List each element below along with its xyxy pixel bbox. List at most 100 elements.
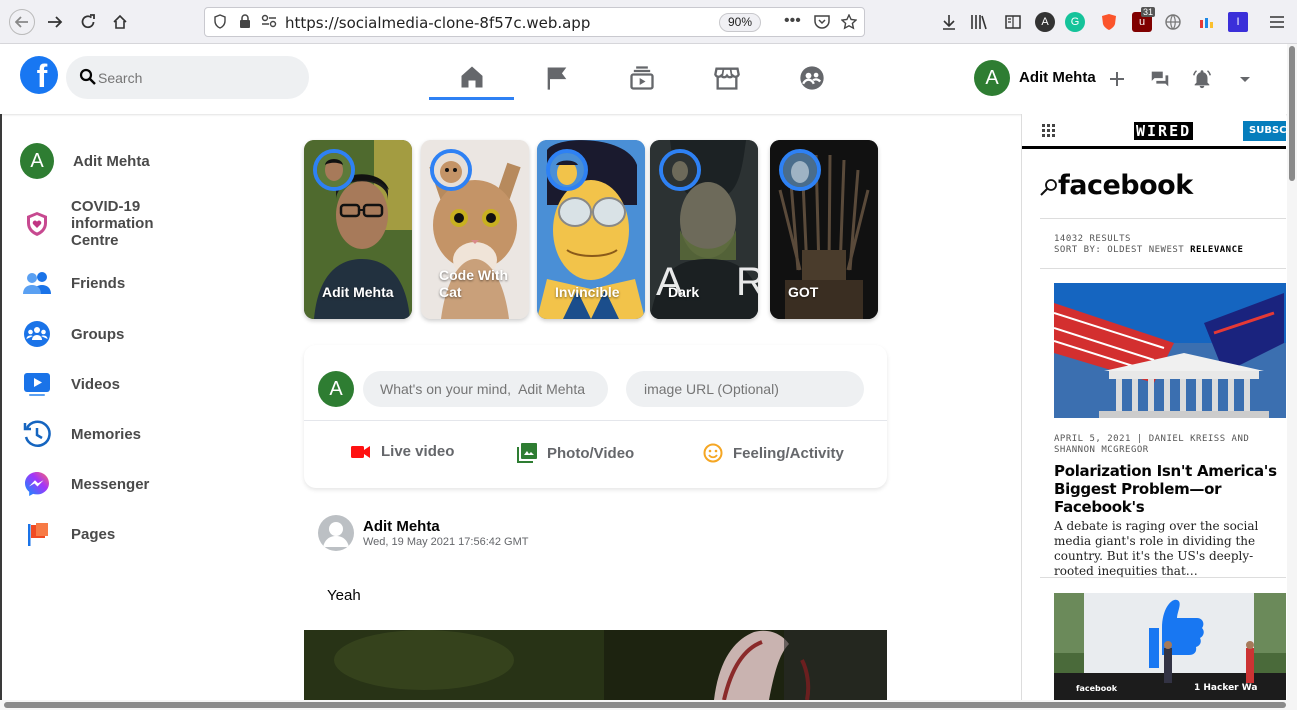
option-label: Feeling/Activity xyxy=(733,444,844,462)
forward-button[interactable] xyxy=(42,9,68,35)
extension-a-icon[interactable]: A xyxy=(1035,12,1055,32)
extension-i-icon[interactable]: I xyxy=(1228,12,1248,32)
post-text: Yeah xyxy=(327,587,361,604)
tab-pages[interactable] xyxy=(514,56,599,100)
feeling-activity-button[interactable]: Feeling/Activity xyxy=(703,443,844,463)
avatar: A xyxy=(318,371,354,407)
avatar[interactable] xyxy=(318,515,354,551)
live-video-button[interactable]: Live video xyxy=(351,443,454,460)
horizontal-scrollbar[interactable] xyxy=(0,700,1297,710)
header-user-name[interactable]: Adit Mehta xyxy=(1019,69,1096,86)
sidebar-item-videos[interactable]: Videos xyxy=(20,367,120,401)
post-timestamp: Wed, 19 May 2021 17:56:42 GMT xyxy=(363,536,529,548)
sort-options: SORT BY: OLDEST NEWEST RELEVANCE xyxy=(1054,245,1243,256)
brave-shield-icon[interactable] xyxy=(1099,12,1119,32)
story-avatar xyxy=(313,149,355,191)
flag-icon xyxy=(547,67,566,90)
article-headline[interactable]: Polarization Isn't America's Biggest Pro… xyxy=(1054,462,1279,516)
forum-icon[interactable] xyxy=(1147,66,1173,92)
photo-video-button[interactable]: Photo/Video xyxy=(517,443,634,463)
divider xyxy=(1040,268,1286,269)
tab-groups[interactable] xyxy=(769,56,854,100)
expand-more-icon[interactable] xyxy=(1232,66,1258,92)
story-card[interactable]: Code With Cat xyxy=(421,140,529,319)
sidebar-item-label: Groups xyxy=(71,325,125,343)
post-card: Adit Mehta Wed, 19 May 2021 17:56:42 GMT… xyxy=(304,503,887,710)
post-author[interactable]: Adit Mehta xyxy=(363,518,440,535)
vertical-scrollbar[interactable] xyxy=(1287,44,1297,700)
reader-view-icon[interactable] xyxy=(1000,9,1026,35)
story-card[interactable]: GOT xyxy=(770,140,878,319)
subscribe-button[interactable]: SUBSCR xyxy=(1243,121,1286,141)
sidebar-item-covid[interactable]: COVID-19 information Centre xyxy=(20,198,181,249)
search-icon[interactable] xyxy=(1040,178,1058,201)
search-input[interactable] xyxy=(96,56,296,99)
add-icon[interactable] xyxy=(1104,66,1130,92)
grammarly-icon[interactable]: G xyxy=(1065,12,1085,32)
page-actions-icon[interactable]: ••• xyxy=(784,12,801,30)
results-count: 14032 RESULTS xyxy=(1054,234,1131,244)
image-url-input[interactable] xyxy=(626,371,864,407)
videos-icon xyxy=(20,367,54,401)
sidebar-item-label: Videos xyxy=(71,375,120,393)
article-image[interactable] xyxy=(1054,283,1286,418)
home-button[interactable] xyxy=(107,9,133,35)
sidebar-item-label: Messenger xyxy=(71,475,150,493)
sort-label[interactable]: SORT BY: OLDEST NEWEST xyxy=(1054,245,1184,255)
story-card[interactable]: A R Dark xyxy=(650,140,758,319)
tab-watch[interactable] xyxy=(599,56,684,100)
permissions-icon[interactable] xyxy=(261,14,277,31)
post-text-input[interactable] xyxy=(363,371,608,407)
post-image[interactable] xyxy=(304,630,887,700)
sidebar-item-label: Adit Mehta xyxy=(73,152,150,170)
sidebar-item-pages[interactable]: Pages xyxy=(20,517,115,551)
bookmark-star-icon[interactable] xyxy=(840,13,858,33)
sidebar-item-groups[interactable]: Groups xyxy=(20,317,124,351)
sidebar-item-friends[interactable]: Friends xyxy=(20,266,125,300)
sort-relevance[interactable]: RELEVANCE xyxy=(1190,245,1243,255)
back-button[interactable] xyxy=(9,9,35,35)
wired-logo[interactable]: WIRED xyxy=(1134,122,1194,140)
story-card[interactable]: Invincible xyxy=(537,140,645,319)
grid-menu-icon[interactable] xyxy=(1042,124,1056,143)
tab-marketplace[interactable] xyxy=(684,56,769,100)
reload-button[interactable] xyxy=(75,9,101,35)
library-icon[interactable] xyxy=(966,9,992,35)
url-text[interactable]: https://socialmedia-clone-8f57c.web.app xyxy=(285,14,590,32)
sidebar-item-memories[interactable]: Memories xyxy=(20,417,141,451)
subscriptions-icon xyxy=(629,66,654,90)
friends-icon xyxy=(20,266,54,300)
address-bar[interactable]: https://socialmedia-clone-8f57c.web.app … xyxy=(204,7,865,37)
scrollbar-thumb[interactable] xyxy=(4,702,1286,708)
scrollbar-thumb[interactable] xyxy=(1289,46,1295,181)
search-term[interactable]: facebook xyxy=(1058,170,1193,201)
story-card[interactable]: Adit Mehta xyxy=(304,140,412,319)
lock-icon[interactable] xyxy=(239,14,251,32)
browser-toolbar: https://socialmedia-clone-8f57c.web.app … xyxy=(0,0,1297,44)
zoom-level[interactable]: 90% xyxy=(719,13,761,32)
facebook-logo[interactable]: f xyxy=(20,56,58,94)
header-avatar[interactable]: A xyxy=(974,60,1010,96)
story-avatar xyxy=(546,149,588,191)
search-bar[interactable] xyxy=(66,56,309,99)
shield-icon[interactable] xyxy=(214,14,226,32)
search-icon xyxy=(79,68,96,85)
color-bars-icon[interactable] xyxy=(1197,12,1217,32)
sidebar-item-label: Pages xyxy=(71,525,116,543)
sidebar-item-profile[interactable]: A Adit Mehta xyxy=(20,143,150,179)
downloads-icon[interactable] xyxy=(936,9,962,35)
mood-icon xyxy=(703,443,723,463)
pages-icon xyxy=(20,517,54,551)
sidebar-item-label: Memories xyxy=(71,425,142,443)
sidebar-item-messenger[interactable]: Messenger xyxy=(20,467,149,501)
left-sidebar: A Adit Mehta COVID-19 information Centre… xyxy=(0,114,290,710)
story-title: Invincible xyxy=(555,284,620,300)
pocket-icon[interactable] xyxy=(814,14,830,32)
photo-library-icon xyxy=(517,443,537,463)
article-byline: APRIL 5, 2021 | DANIEL KREISS AND SHANNO… xyxy=(1054,434,1250,455)
tab-home[interactable] xyxy=(429,56,514,100)
notifications-icon[interactable] xyxy=(1189,66,1215,92)
globe-icon[interactable] xyxy=(1163,12,1183,32)
menu-icon[interactable] xyxy=(1264,9,1290,35)
article-image-2[interactable]: facebook 1 Hacker Wa xyxy=(1054,593,1286,700)
